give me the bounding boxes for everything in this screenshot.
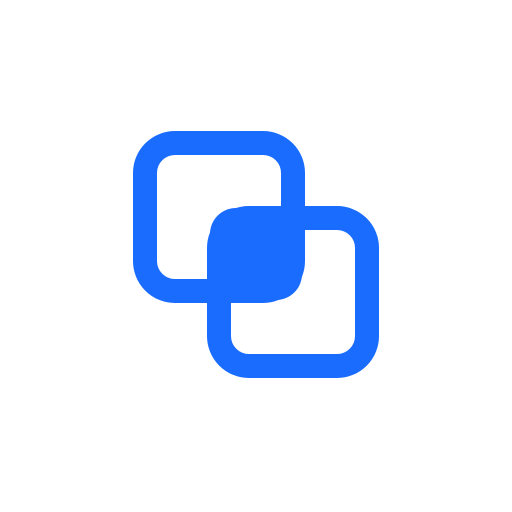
intersect-squares-icon [0, 0, 512, 512]
icon-canvas [0, 0, 512, 512]
intersect-squares-icon-svg [133, 131, 379, 378]
intersection-fill-shape [210, 208, 302, 300]
